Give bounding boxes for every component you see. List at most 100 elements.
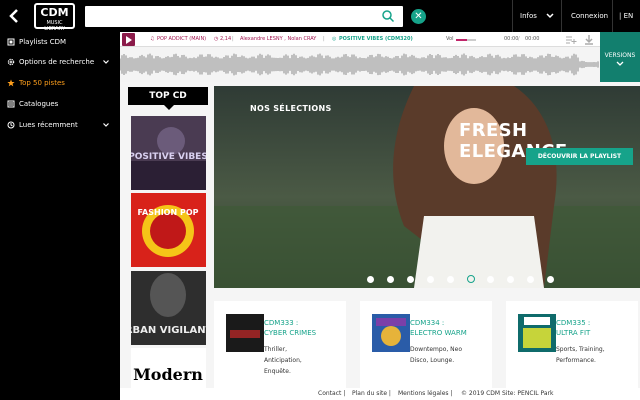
sidebar-item-top50[interactable]: Top 50 pistes	[0, 74, 120, 92]
sidebar-item-label: Lues récemment	[19, 121, 78, 129]
history-icon	[7, 121, 15, 129]
versions-label: VERSIONS	[604, 52, 636, 59]
divider	[512, 0, 513, 32]
copyright-text: © 2019 CDM Site: PENCIL Park	[461, 390, 554, 397]
chevron-down-icon	[103, 123, 109, 127]
album-title: FASHION POP	[138, 208, 199, 217]
track-album[interactable]: POSITIVE VIBES (CDM320)	[339, 32, 413, 47]
sidebar-item-label: Top 50 pistes	[19, 79, 65, 87]
volume-label: Vol	[446, 36, 454, 42]
carousel-dot[interactable]	[507, 276, 514, 283]
sidebar-item-catalogues[interactable]: Catalogues	[0, 95, 120, 113]
album-card[interactable]: CDM335 : ULTRA FIT Sports, Training, Per…	[506, 301, 638, 389]
language-label: | EN	[619, 12, 634, 20]
contact-link[interactable]: Contact |	[318, 388, 345, 400]
divider	[561, 0, 562, 32]
album-icon: ◎	[332, 36, 337, 42]
gear-icon	[7, 58, 15, 66]
section-title: NOS SÉLECTIONS	[250, 104, 332, 113]
sidebar-item-search-options[interactable]: Options de recherche	[0, 53, 120, 71]
search-icon[interactable]	[381, 9, 395, 23]
connexion-label: Connexion	[571, 12, 609, 20]
card-description: Sports, Training, Performance.	[556, 346, 605, 364]
top-cd-arrow	[164, 105, 174, 110]
card-title: CDM335 : ULTRA FIT	[556, 319, 591, 337]
footer: Contact | Plan du site | Mentions légale…	[120, 388, 640, 400]
album-title: URBAN VIGILANTE	[131, 325, 206, 336]
album-title: Modern	[133, 365, 203, 384]
album-thumbnail	[226, 314, 264, 352]
card-title: CDM334 : ELECTRO WARM	[410, 319, 467, 337]
volume-slider[interactable]	[456, 39, 476, 41]
album-cover[interactable]: POSITIVE VIBES	[131, 116, 206, 190]
chevron-down-icon	[616, 61, 624, 66]
download-icon[interactable]	[583, 34, 595, 45]
waveform-display[interactable]	[120, 47, 600, 82]
playlist-icon	[7, 38, 15, 46]
add-to-playlist-icon[interactable]	[565, 34, 577, 45]
album-thumbnail	[518, 314, 556, 352]
chevron-down-icon	[103, 60, 109, 64]
time-total: 00:00	[525, 36, 540, 42]
album-card[interactable]: CDM334 : ELECTRO WARM Downtempo, Neo Dis…	[360, 301, 492, 389]
language-link[interactable]: | EN	[619, 0, 633, 32]
track-duration: 2,14	[220, 36, 232, 42]
hero-image	[214, 86, 640, 288]
discover-playlist-button[interactable]: DÉCOUVRIR LA PLAYLIST	[526, 148, 633, 165]
back-arrow-icon[interactable]	[6, 6, 24, 26]
album-cover[interactable]: URBAN VIGILANTE	[131, 271, 206, 345]
infos-menu[interactable]: Infos	[520, 0, 537, 32]
album-card[interactable]: CDM333 : CYBER CRIMES Thriller, Anticipa…	[214, 301, 346, 389]
divider: |	[232, 36, 234, 42]
carousel-dot[interactable]	[547, 276, 554, 283]
card-description: Thriller, Anticipation, Enquête.	[264, 346, 302, 375]
infos-label: Infos	[520, 12, 537, 20]
sitemap-link[interactable]: Plan du site |	[352, 388, 391, 400]
catalog-icon	[7, 100, 15, 108]
card-title: CDM333 : CYBER CRIMES	[264, 319, 317, 337]
play-button[interactable]	[122, 33, 135, 46]
time-elapsed: 00:00	[504, 36, 519, 42]
carousel-dot[interactable]	[387, 276, 394, 283]
audio-player: ♫ POP ADDICT (MAIN) ◷ 2,14 | Alexandre L…	[120, 32, 600, 47]
sidebar-item-label: Playlists CDM	[19, 38, 67, 46]
carousel-dot[interactable]	[427, 276, 434, 283]
sidebar: Playlists CDM Options de recherche Top 5…	[0, 32, 120, 400]
clear-search-button[interactable]: ✕	[411, 9, 426, 24]
card-description: Downtempo, Neo Disco, Lounge.	[410, 346, 463, 364]
sidebar-item-playlists[interactable]: Playlists CDM	[0, 33, 120, 51]
carousel-dot[interactable]	[487, 276, 494, 283]
music-note-icon: ♫	[150, 36, 155, 42]
top-bar: CDM MUSIC LIBRARY ✕ Infos Connexion | EN	[0, 0, 640, 32]
chevron-down-icon[interactable]	[545, 11, 555, 21]
carousel-dot[interactable]	[527, 276, 534, 283]
album-cover[interactable]: FASHION POP	[131, 193, 206, 267]
sidebar-item-recent[interactable]: Lues récemment	[0, 116, 120, 134]
site-logo[interactable]: CDM MUSIC LIBRARY	[34, 3, 75, 32]
close-icon: ✕	[414, 11, 423, 22]
clock-icon: ◷	[214, 36, 219, 42]
connexion-link[interactable]: Connexion	[571, 0, 608, 32]
carousel-dot[interactable]	[367, 276, 374, 283]
divider: /	[518, 36, 520, 42]
play-icon	[126, 36, 132, 44]
track-artists[interactable]: Alexandre LESNY , Nolan CRAY	[240, 32, 316, 47]
hero-carousel[interactable]	[214, 86, 640, 288]
top-cd-heading: TOP CD	[128, 87, 208, 105]
star-icon	[7, 79, 15, 87]
search-input[interactable]	[89, 8, 379, 25]
carousel-dot[interactable]	[407, 276, 414, 283]
carousel-dot[interactable]	[467, 275, 475, 283]
legal-link[interactable]: Mentions légales |	[398, 388, 452, 400]
album-thumbnail	[372, 314, 410, 352]
sidebar-item-label: Catalogues	[19, 100, 59, 108]
divider	[612, 0, 613, 32]
track-title[interactable]: POP ADDICT (MAIN)	[157, 32, 206, 47]
divider: |	[323, 36, 325, 42]
versions-button[interactable]: VERSIONS	[600, 32, 640, 82]
search-box	[85, 6, 403, 27]
album-title: POSITIVE VIBES	[131, 152, 206, 162]
album-cover[interactable]: Modern	[131, 348, 206, 388]
carousel-dot[interactable]	[447, 276, 454, 283]
logo-subtitle: MUSIC LIBRARY	[44, 20, 65, 32]
